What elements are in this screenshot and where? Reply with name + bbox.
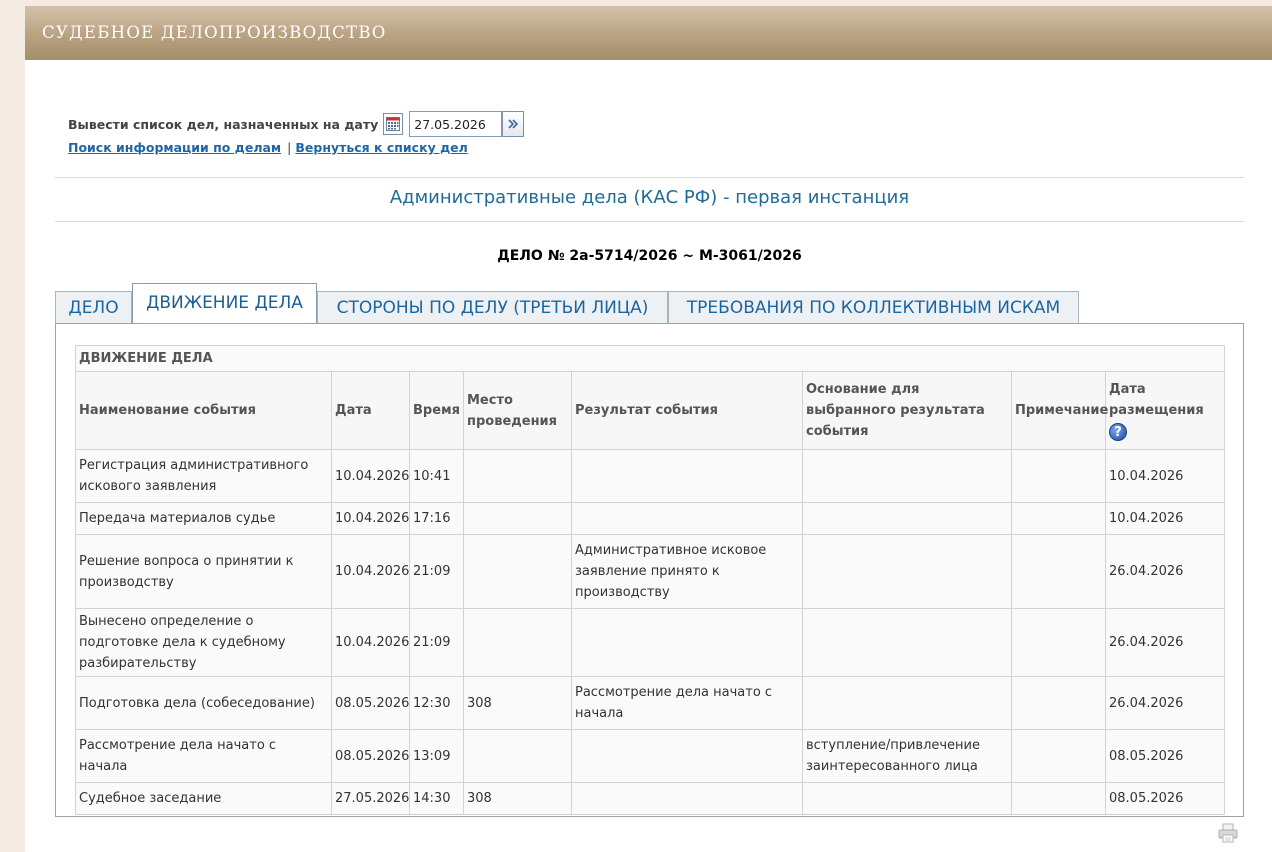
cell-posted-date: 10.04.2026 <box>1104 502 1226 535</box>
cell-place: 308 <box>463 782 572 815</box>
cell-posted-date: 26.04.2026 <box>1104 676 1226 730</box>
date-filter: Вывести список дел, назначенных на дату <box>68 111 525 137</box>
cell-basis: вступление/привлечение заинтересованного… <box>802 729 1012 783</box>
col-header-place: Место проведения <box>463 371 572 450</box>
section-title: Административные дела (КАС РФ) - первая … <box>389 187 910 208</box>
cell-place: 308 <box>463 676 572 730</box>
calendar-icon[interactable] <box>383 113 404 135</box>
printer-icon[interactable] <box>1217 822 1239 848</box>
back-to-list-link[interactable]: Вернуться к списку дел <box>295 140 467 155</box>
cell-posted-date: 08.05.2026 <box>1104 782 1226 815</box>
table-row: Рассмотрение дела начато с начала 08.05.… <box>75 729 1226 783</box>
cell-place <box>463 534 572 609</box>
cell-date: 10.04.2026 <box>331 449 410 503</box>
col-header-result: Результат события <box>571 371 803 450</box>
cell-time: 21:09 <box>409 608 464 677</box>
cell-basis <box>802 534 1012 609</box>
cell-date: 27.05.2026 <box>331 782 410 815</box>
tab-parties[interactable]: СТОРОНЫ ПО ДЕЛУ (ТРЕТЬИ ЛИЦА) <box>317 291 668 324</box>
cell-basis <box>802 502 1012 535</box>
go-arrow-icon[interactable] <box>502 111 525 137</box>
cell-place <box>463 729 572 783</box>
cell-time: 10:41 <box>409 449 464 503</box>
col-header-date: Дата <box>331 371 410 450</box>
cell-result <box>571 608 803 677</box>
cell-note <box>1011 534 1106 609</box>
col-header-event-name: Наименование события <box>75 371 332 450</box>
cell-result <box>571 729 803 783</box>
cell-result <box>571 782 803 815</box>
cell-basis <box>802 608 1012 677</box>
col-header-note: Примечание <box>1011 371 1108 450</box>
cell-date: 10.04.2026 <box>331 502 410 535</box>
table-row: Судебное заседание 27.05.2026 14:30 308 … <box>75 782 1226 815</box>
cell-time: 17:16 <box>409 502 464 535</box>
cell-place <box>463 502 572 535</box>
tab-collective-claims[interactable]: ТРЕБОВАНИЯ ПО КОЛЛЕКТИВНЫМ ИСКАМ <box>668 291 1079 324</box>
cell-date: 10.04.2026 <box>331 608 410 677</box>
nav-links: Поиск информации по делам | Вернуться к сп… <box>68 140 468 155</box>
link-separator: | <box>287 140 292 155</box>
cell-event-name: Рассмотрение дела начато с начала <box>75 729 332 783</box>
cell-date: 08.05.2026 <box>331 676 410 730</box>
cell-note <box>1011 608 1106 677</box>
cell-result <box>571 502 803 535</box>
cell-note <box>1011 782 1106 815</box>
cell-event-name: Судебное заседание <box>75 782 332 815</box>
cell-place <box>463 449 572 503</box>
table-row: Регистрация административного искового з… <box>75 449 1226 503</box>
cell-time: 12:30 <box>409 676 464 730</box>
main-content: Вывести список дел, назначенных на дату … <box>25 60 1272 852</box>
cell-event-name: Передача материалов судье <box>75 502 332 535</box>
cell-posted-date: 26.04.2026 <box>1104 608 1226 677</box>
table-row: Решение вопроса о принятии к производств… <box>75 534 1226 609</box>
cell-event-name: Подготовка дела (собеседование) <box>75 676 332 730</box>
table-row: Вынесено определение о подготовке дела к… <box>75 608 1226 677</box>
cell-note <box>1011 449 1106 503</box>
date-filter-label: Вывести список дел, назначенных на дату <box>68 116 379 132</box>
cell-time: 14:30 <box>409 782 464 815</box>
cell-result: Административное исковое заявление приня… <box>571 534 803 609</box>
cell-result: Рассмотрение дела начато с начала <box>571 676 803 730</box>
cell-time: 21:09 <box>409 534 464 609</box>
cell-place <box>463 608 572 677</box>
cell-date: 10.04.2026 <box>331 534 410 609</box>
cell-basis <box>802 782 1012 815</box>
col-header-posted-date: Дата размещения ? <box>1104 371 1226 450</box>
cell-time: 13:09 <box>409 729 464 783</box>
help-icon[interactable]: ? <box>1109 422 1127 441</box>
date-input[interactable] <box>409 111 503 137</box>
table-row: Подготовка дела (собеседование) 08.05.20… <box>75 676 1226 730</box>
search-cases-link[interactable]: Поиск информации по делам <box>68 140 281 155</box>
divider-top <box>55 177 1244 178</box>
cell-date: 08.05.2026 <box>331 729 410 783</box>
cell-note <box>1011 502 1106 535</box>
cell-basis <box>802 449 1012 503</box>
cell-note <box>1011 729 1106 783</box>
cell-event-name: Вынесено определение о подготовке дела к… <box>75 608 332 677</box>
col-header-time: Время <box>409 371 464 450</box>
tab-case-movement[interactable]: ДВИЖЕНИЕ ДЕЛА <box>132 283 317 324</box>
cell-event-name: Решение вопроса о принятии к производств… <box>75 534 332 609</box>
table-caption: ДВИЖЕНИЕ ДЕЛА <box>74 345 1226 372</box>
cell-result <box>571 449 803 503</box>
cell-posted-date: 26.04.2026 <box>1104 534 1226 609</box>
col-header-basis: Основание для выбранного результата собы… <box>802 371 1012 450</box>
cell-event-name: Регистрация административного искового з… <box>75 449 332 503</box>
table-header-row: Наименование события Дата Время Место пр… <box>75 371 1226 450</box>
case-number: ДЕЛО № 2а-5714/2026 ~ М-3061/2026 <box>497 248 802 264</box>
tab-case[interactable]: ДЕЛО <box>55 291 132 324</box>
case-movement-table: ДВИЖЕНИЕ ДЕЛА Наименование события Дата … <box>74 345 1226 815</box>
cell-note <box>1011 676 1106 730</box>
site-title: СУДЕБНОЕ ДЕЛОПРОИЗВОДСТВО <box>42 23 387 42</box>
divider-bottom <box>55 221 1244 222</box>
cell-posted-date: 10.04.2026 <box>1104 449 1226 503</box>
col-header-posted-label: Дата размещения <box>1109 382 1204 418</box>
table-caption-row: ДВИЖЕНИЕ ДЕЛА <box>74 345 1226 372</box>
table-row: Передача материалов судье 10.04.2026 17:… <box>75 502 1226 535</box>
cell-posted-date: 08.05.2026 <box>1104 729 1226 783</box>
site-header: СУДЕБНОЕ ДЕЛОПРОИЗВОДСТВО <box>25 6 1272 60</box>
cell-basis <box>802 676 1012 730</box>
